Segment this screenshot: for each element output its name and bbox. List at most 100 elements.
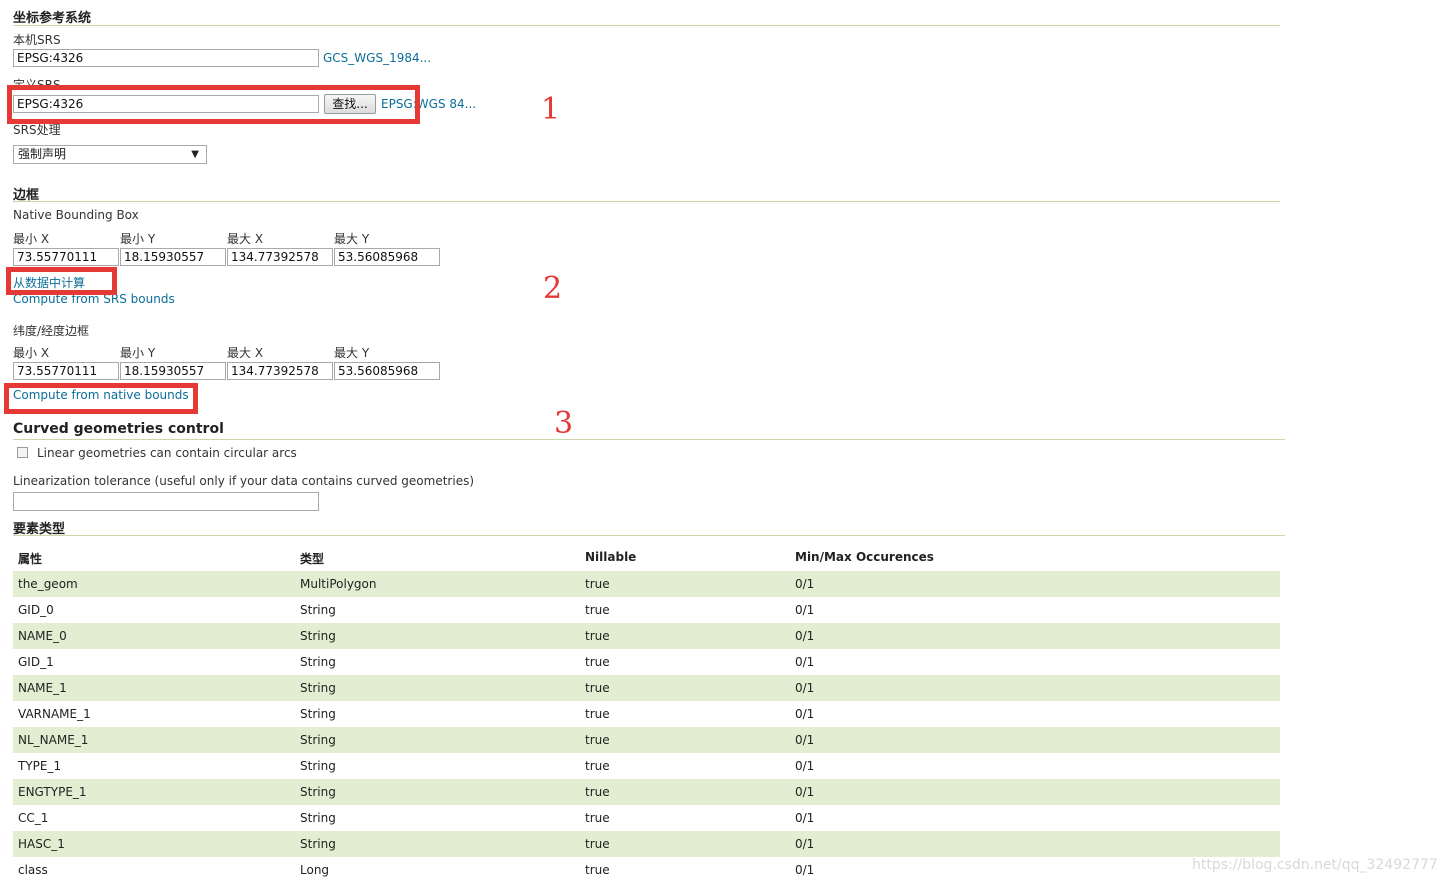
table-row: GID_0 String true 0/1 bbox=[13, 597, 1280, 623]
bbox-section-divider bbox=[13, 201, 1280, 202]
cell-occurrences: 0/1 bbox=[795, 759, 815, 773]
cell-type: MultiPolygon bbox=[300, 577, 377, 591]
latlon-minx-label: 最小 X bbox=[13, 346, 50, 360]
table-row: NAME_0 String true 0/1 bbox=[13, 623, 1280, 649]
annotation-box-3 bbox=[4, 383, 198, 414]
annotation-number-2: 2 bbox=[543, 271, 563, 306]
cell-attribute: class bbox=[18, 863, 48, 877]
cell-occurrences: 0/1 bbox=[795, 733, 815, 747]
watermark: https://blog.csdn.net/qq_32492777 bbox=[1192, 857, 1438, 873]
cell-attribute: GID_0 bbox=[18, 603, 54, 617]
cell-type: String bbox=[300, 837, 336, 851]
curved-section-title: Curved geometries control bbox=[13, 421, 224, 437]
cell-nillable: true bbox=[585, 863, 610, 877]
native-maxx-input[interactable]: 134.77392578 bbox=[227, 248, 333, 266]
native-srs-label: 本机SRS bbox=[13, 33, 61, 47]
latlon-miny-label: 最小 Y bbox=[120, 346, 156, 360]
cell-occurrences: 0/1 bbox=[795, 837, 815, 851]
feature-section-divider bbox=[13, 535, 1285, 536]
native-srs-link[interactable]: GCS_WGS_1984... bbox=[323, 51, 431, 65]
annotation-box-1 bbox=[7, 85, 420, 124]
cell-type: String bbox=[300, 655, 336, 669]
cell-attribute: GID_1 bbox=[18, 655, 54, 669]
cell-attribute: NAME_1 bbox=[18, 681, 67, 695]
native-bbox-label: Native Bounding Box bbox=[13, 208, 139, 222]
table-row: the_geom MultiPolygon true 0/1 bbox=[13, 571, 1280, 597]
table-row: ENGTYPE_1 String true 0/1 bbox=[13, 779, 1280, 805]
crs-section-divider bbox=[13, 25, 1280, 26]
cell-nillable: true bbox=[585, 603, 610, 617]
latlon-maxx-input[interactable]: 134.77392578 bbox=[227, 362, 333, 380]
circular-arcs-checkbox[interactable] bbox=[17, 447, 28, 458]
native-miny-label: 最小 Y bbox=[120, 232, 156, 246]
header-type: 类型 bbox=[300, 552, 325, 566]
tolerance-input[interactable] bbox=[13, 492, 319, 511]
cell-attribute: ENGTYPE_1 bbox=[18, 785, 87, 799]
cell-attribute: TYPE_1 bbox=[18, 759, 62, 773]
table-row: TYPE_1 String true 0/1 bbox=[13, 753, 1280, 779]
cell-nillable: true bbox=[585, 707, 610, 721]
latlon-minx-input[interactable]: 73.55770111 bbox=[13, 362, 119, 380]
native-minx-input[interactable]: 73.55770111 bbox=[13, 248, 119, 266]
cell-type: String bbox=[300, 759, 336, 773]
cell-nillable: true bbox=[585, 837, 610, 851]
cell-occurrences: 0/1 bbox=[795, 811, 815, 825]
chevron-down-icon: ▼ bbox=[191, 149, 199, 160]
cell-nillable: true bbox=[585, 811, 610, 825]
table-row: GID_1 String true 0/1 bbox=[13, 649, 1280, 675]
latlon-maxy-input[interactable]: 53.56085968 bbox=[334, 362, 440, 380]
srs-handling-value: 强制声明 bbox=[18, 147, 67, 161]
native-maxy-input[interactable]: 53.56085968 bbox=[334, 248, 440, 266]
cell-nillable: true bbox=[585, 577, 610, 591]
cell-type: String bbox=[300, 733, 336, 747]
annotation-number-3: 3 bbox=[554, 406, 574, 441]
cell-attribute: HASC_1 bbox=[18, 837, 65, 851]
cell-occurrences: 0/1 bbox=[795, 603, 815, 617]
cell-attribute: CC_1 bbox=[18, 811, 49, 825]
table-row: VARNAME_1 String true 0/1 bbox=[13, 701, 1280, 727]
circular-arcs-label: Linear geometries can contain circular a… bbox=[37, 446, 297, 460]
cell-occurrences: 0/1 bbox=[795, 577, 815, 591]
native-srs-input[interactable]: EPSG:4326 bbox=[13, 49, 319, 67]
srs-handling-select[interactable]: 强制声明 ▼ bbox=[13, 145, 207, 164]
native-minx-label: 最小 X bbox=[13, 232, 50, 246]
cell-nillable: true bbox=[585, 655, 610, 669]
table-row: NL_NAME_1 String true 0/1 bbox=[13, 727, 1280, 753]
cell-occurrences: 0/1 bbox=[795, 629, 815, 643]
header-occurrences: Min/Max Occurences bbox=[795, 550, 934, 564]
native-maxx-label: 最大 X bbox=[227, 232, 264, 246]
cell-occurrences: 0/1 bbox=[795, 863, 815, 877]
latlon-miny-input[interactable]: 18.15930557 bbox=[120, 362, 226, 380]
cell-occurrences: 0/1 bbox=[795, 655, 815, 669]
cell-nillable: true bbox=[585, 759, 610, 773]
cell-type: String bbox=[300, 811, 336, 825]
cell-type: Long bbox=[300, 863, 330, 877]
table-row: class Long true 0/1 bbox=[13, 857, 1280, 883]
cell-type: String bbox=[300, 629, 336, 643]
cell-attribute: the_geom bbox=[18, 577, 78, 591]
cell-type: String bbox=[300, 681, 336, 695]
cell-attribute: NL_NAME_1 bbox=[18, 733, 89, 747]
cell-occurrences: 0/1 bbox=[795, 681, 815, 695]
latlon-maxx-label: 最大 X bbox=[227, 346, 264, 360]
table-row: HASC_1 String true 0/1 bbox=[13, 831, 1280, 857]
table-row: NAME_1 String true 0/1 bbox=[13, 675, 1280, 701]
annotation-number-1: 1 bbox=[541, 92, 561, 127]
native-miny-input[interactable]: 18.15930557 bbox=[120, 248, 226, 266]
cell-type: String bbox=[300, 603, 336, 617]
cell-nillable: true bbox=[585, 785, 610, 799]
cell-type: String bbox=[300, 707, 336, 721]
cell-nillable: true bbox=[585, 733, 610, 747]
crs-section-title: 坐标参考系统 bbox=[13, 11, 92, 26]
header-nillable: Nillable bbox=[585, 550, 637, 564]
cell-nillable: true bbox=[585, 681, 610, 695]
curved-section-divider bbox=[13, 439, 1285, 440]
header-attribute: 属性 bbox=[18, 552, 43, 566]
cell-occurrences: 0/1 bbox=[795, 785, 815, 799]
table-row: CC_1 String true 0/1 bbox=[13, 805, 1280, 831]
cell-type: String bbox=[300, 785, 336, 799]
cell-nillable: true bbox=[585, 629, 610, 643]
cell-attribute: NAME_0 bbox=[18, 629, 67, 643]
native-maxy-label: 最大 Y bbox=[334, 232, 370, 246]
cell-attribute: VARNAME_1 bbox=[18, 707, 91, 721]
